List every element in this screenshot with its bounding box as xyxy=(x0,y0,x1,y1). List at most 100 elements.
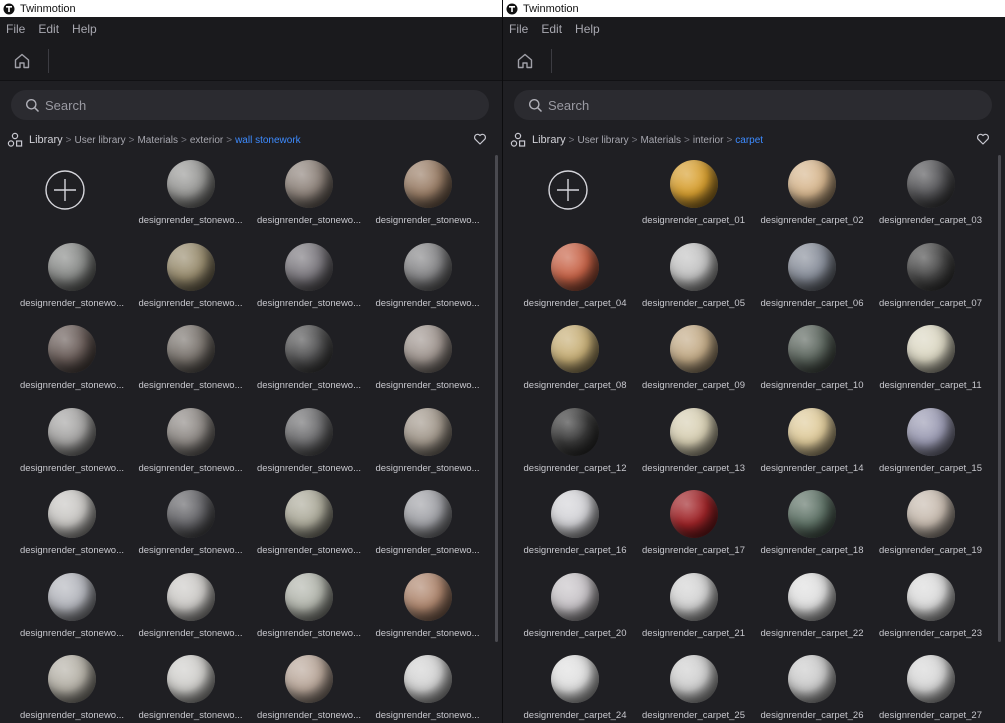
material-item[interactable]: designrender_carpet_24 xyxy=(516,645,634,723)
material-item[interactable]: designrender_stonewo... xyxy=(132,233,250,313)
material-label: designrender_carpet_18 xyxy=(760,545,864,556)
material-item[interactable]: designrender_stonewo... xyxy=(13,315,131,395)
breadcrumb-current[interactable]: carpet xyxy=(735,135,763,146)
material-item[interactable]: designrender_stonewo... xyxy=(250,150,368,230)
material-item[interactable]: designrender_stonewo... xyxy=(13,480,131,560)
material-label: designrender_stonewo... xyxy=(256,380,362,391)
material-item[interactable]: designrender_carpet_19 xyxy=(872,480,990,560)
breadcrumb-separator: > xyxy=(226,134,233,146)
material-item[interactable]: designrender_carpet_06 xyxy=(753,233,871,313)
breadcrumb-category[interactable]: interior xyxy=(693,135,724,146)
breadcrumb-library[interactable]: Library xyxy=(532,134,566,146)
material-item[interactable]: designrender_carpet_15 xyxy=(872,398,990,478)
material-item[interactable]: designrender_stonewo... xyxy=(369,480,487,560)
breadcrumb-category[interactable]: exterior xyxy=(190,135,223,146)
material-item[interactable]: designrender_carpet_10 xyxy=(753,315,871,395)
material-item[interactable]: designrender_stonewo... xyxy=(369,645,487,723)
add-material-button[interactable] xyxy=(13,150,131,230)
material-item[interactable]: designrender_carpet_05 xyxy=(635,233,753,313)
material-item[interactable]: designrender_stonewo... xyxy=(13,233,131,313)
material-item[interactable]: designrender_carpet_26 xyxy=(753,645,871,723)
material-item[interactable]: designrender_stonewo... xyxy=(13,563,131,643)
material-item[interactable]: designrender_stonewo... xyxy=(132,645,250,723)
material-sphere-thumbnail xyxy=(788,655,836,703)
menu-help[interactable]: Help xyxy=(575,22,600,36)
breadcrumb-user-library[interactable]: User library xyxy=(74,135,125,146)
breadcrumb-separator: > xyxy=(684,134,690,146)
scrollbar[interactable] xyxy=(998,155,1001,642)
material-label: designrender_carpet_04 xyxy=(523,297,627,309)
breadcrumb-user-library[interactable]: User library xyxy=(577,135,628,146)
material-sphere-thumbnail xyxy=(906,407,955,456)
material-sphere-thumbnail xyxy=(669,572,718,621)
material-item[interactable]: designrender_carpet_08 xyxy=(516,315,634,395)
menu-file[interactable]: File xyxy=(6,22,25,36)
home-icon[interactable] xyxy=(516,52,534,70)
material-item[interactable]: designrender_stonewo... xyxy=(132,563,250,643)
search-input[interactable]: Search xyxy=(11,90,489,120)
material-item[interactable]: designrender_stonewo... xyxy=(132,480,250,560)
material-item[interactable]: designrender_carpet_25 xyxy=(635,645,753,723)
breadcrumb-current[interactable]: wall stonework xyxy=(235,135,301,146)
material-item[interactable]: designrender_carpet_21 xyxy=(635,563,753,643)
material-item[interactable]: designrender_stonewo... xyxy=(13,398,131,478)
material-sphere-thumbnail xyxy=(48,407,96,456)
material-item[interactable]: designrender_carpet_13 xyxy=(635,398,753,478)
favorite-heart-icon[interactable] xyxy=(473,132,487,146)
material-item[interactable]: designrender_carpet_12 xyxy=(516,398,634,478)
material-item[interactable]: designrender_carpet_20 xyxy=(516,563,634,643)
material-item[interactable]: designrender_carpet_11 xyxy=(872,315,990,395)
material-item[interactable]: designrender_stonewo... xyxy=(13,645,131,723)
material-item[interactable]: designrender_stonewo... xyxy=(369,315,487,395)
material-item[interactable]: designrender_stonewo... xyxy=(250,233,368,313)
material-label: designrender_stonewo... xyxy=(375,462,480,474)
material-item[interactable]: designrender_stonewo... xyxy=(250,315,368,395)
breadcrumb-library[interactable]: Library xyxy=(29,134,63,146)
material-item[interactable]: designrender_stonewo... xyxy=(369,150,487,230)
material-item[interactable]: designrender_stonewo... xyxy=(250,645,368,723)
material-label: designrender_carpet_13 xyxy=(642,462,745,474)
menu-edit[interactable]: Edit xyxy=(541,22,562,36)
material-item[interactable]: designrender_stonewo... xyxy=(250,563,368,643)
material-item[interactable]: designrender_carpet_27 xyxy=(872,645,990,723)
material-label: designrender_stonewo... xyxy=(256,215,362,226)
material-item[interactable]: designrender_carpet_18 xyxy=(753,480,871,560)
material-sphere-thumbnail xyxy=(669,242,718,291)
breadcrumb-materials[interactable]: Materials xyxy=(137,135,178,146)
scrollbar[interactable] xyxy=(495,155,498,642)
material-item[interactable]: designrender_carpet_22 xyxy=(753,563,871,643)
material-item[interactable]: designrender_stonewo... xyxy=(250,480,368,560)
home-icon[interactable] xyxy=(13,52,31,70)
material-item[interactable]: designrender_carpet_01 xyxy=(635,150,753,230)
material-item[interactable]: designrender_carpet_07 xyxy=(872,233,990,313)
material-item[interactable]: designrender_carpet_04 xyxy=(516,233,634,313)
material-item[interactable]: designrender_stonewo... xyxy=(132,398,250,478)
material-item[interactable]: designrender_stonewo... xyxy=(132,315,250,395)
material-item[interactable]: designrender_stonewo... xyxy=(250,398,368,478)
material-item[interactable]: designrender_carpet_23 xyxy=(872,563,990,643)
material-sphere-thumbnail xyxy=(166,242,215,291)
material-item[interactable]: designrender_carpet_09 xyxy=(635,315,753,395)
material-item[interactable]: designrender_carpet_16 xyxy=(516,480,634,560)
material-item[interactable]: designrender_stonewo... xyxy=(369,233,487,313)
material-item[interactable]: designrender_stonewo... xyxy=(132,150,250,230)
material-item[interactable]: designrender_carpet_03 xyxy=(872,150,990,230)
toolbar xyxy=(503,41,1005,81)
add-material-button[interactable] xyxy=(516,150,634,230)
material-item[interactable]: designrender_carpet_02 xyxy=(753,150,871,230)
menu-help[interactable]: Help xyxy=(72,22,97,36)
material-item[interactable]: designrender_carpet_14 xyxy=(753,398,871,478)
material-item[interactable]: designrender_stonewo... xyxy=(369,398,487,478)
material-item[interactable]: designrender_stonewo... xyxy=(369,563,487,643)
search-input[interactable]: Search xyxy=(514,90,992,120)
material-label: designrender_stonewo... xyxy=(138,545,243,556)
toolbar-separator xyxy=(551,48,552,73)
menu-file[interactable]: File xyxy=(509,22,528,36)
material-item[interactable]: designrender_carpet_17 xyxy=(635,480,753,560)
breadcrumb-materials[interactable]: Materials xyxy=(640,135,681,146)
favorite-heart-icon[interactable] xyxy=(976,132,990,146)
material-label: designrender_carpet_09 xyxy=(642,380,745,391)
material-sphere-thumbnail xyxy=(669,160,718,208)
library-window-left: Twinmotion File Edit Help Search Library… xyxy=(0,0,502,723)
menu-edit[interactable]: Edit xyxy=(38,22,59,36)
